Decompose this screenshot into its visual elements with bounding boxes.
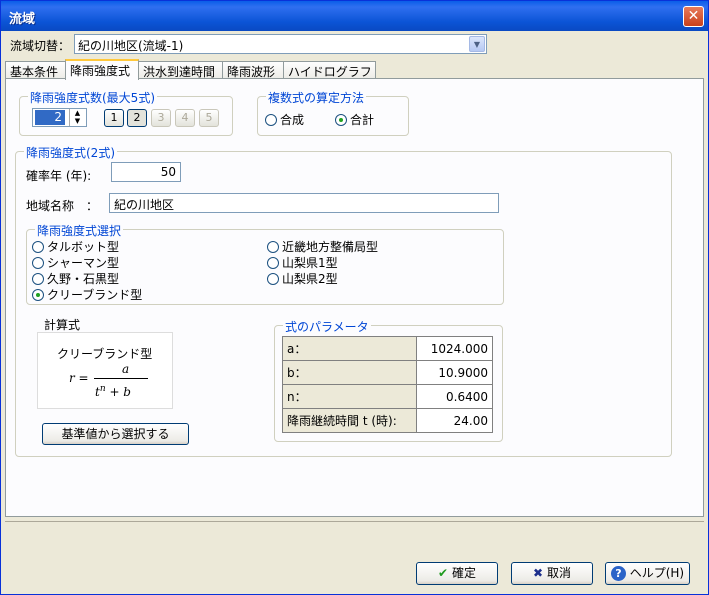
param-n-input[interactable]: 0.6400 <box>416 384 493 409</box>
radio-yamanashi-1-label: 山梨県1型 <box>282 256 338 270</box>
dialog-window: 流域 ✕ 流域切替： 紀の川地区(流域-1) ▼ 基本条件 降雨強度式 洪水到達… <box>0 0 709 595</box>
table-row: 降雨継続時間 t (時): 24.00 <box>282 408 493 433</box>
cancel-button[interactable]: ✖ 取消 <box>511 562 593 585</box>
params-table: a： 1024.000 b： 10.9000 n： 0.6400 降雨継続時間 t (… <box>282 336 493 433</box>
radio-yamanashi-2-label: 山梨県2型 <box>282 272 338 286</box>
param-key: b： <box>282 360 417 385</box>
radio-dot-icon[interactable] <box>335 113 347 126</box>
cross-icon: ✖ <box>533 566 544 580</box>
ok-button-label: 確定 <box>451 566 476 580</box>
return-period-input[interactable]: 50 <box>111 162 181 182</box>
calc-label: 計算式 <box>44 318 81 332</box>
region-name-label: 地域名称 ： <box>26 199 99 213</box>
tab-rainfall-intensity[interactable]: 降雨強度式 <box>65 59 139 80</box>
formula-numerator: a <box>122 362 130 376</box>
radio-sherman[interactable]: シャーマン型 <box>32 254 119 271</box>
tab-flood-arrival-time[interactable]: 洪水到達時間 <box>138 61 223 79</box>
radio-talbot-label: タルボット型 <box>47 240 120 254</box>
basin-select-value: 紀の川地区(流域-1) <box>78 39 184 53</box>
radio-sum-label: 合計 <box>350 113 375 127</box>
radio-dot-icon[interactable] <box>32 256 44 269</box>
params-group-legend: 式のパラメータ <box>283 318 371 335</box>
radio-dot-icon[interactable] <box>267 240 279 253</box>
cancel-button-label: 取消 <box>546 566 571 580</box>
radio-kinki[interactable]: 近畿地方整備局型 <box>267 238 378 255</box>
formula-display: クリーブランド型 r = a tn + b <box>37 332 173 409</box>
help-button-label: ヘルプ(H) <box>629 566 685 580</box>
formula-denominator: tn + b <box>95 384 131 399</box>
radio-combine-label: 合成 <box>280 113 305 127</box>
radio-dot-icon[interactable] <box>32 240 44 253</box>
table-row: a： 1024.000 <box>282 336 493 361</box>
count-button-4: 4 <box>175 109 195 127</box>
check-icon: ✔ <box>438 566 449 580</box>
param-key: a： <box>282 336 417 361</box>
radio-talbot[interactable]: タルボット型 <box>32 238 119 255</box>
radio-dot-icon[interactable] <box>267 272 279 285</box>
radio-dot-icon[interactable] <box>265 113 277 126</box>
formula-group-legend: 降雨強度式(2式) <box>24 144 117 161</box>
radio-sherman-label: シャーマン型 <box>47 256 120 270</box>
formula-lhs: r = <box>69 371 89 385</box>
basin-select[interactable]: 紀の川地区(流域-1) ▼ <box>74 34 487 54</box>
tab-hydrograph[interactable]: ハイドログラフ <box>283 61 376 79</box>
param-b-input[interactable]: 10.9000 <box>416 360 493 385</box>
chevron-down-icon[interactable]: ▼ <box>469 36 485 52</box>
count-spinner[interactable]: 2 ▲ ▼ <box>32 108 87 127</box>
radio-dot-icon[interactable] <box>267 256 279 269</box>
table-row: b： 10.9000 <box>282 360 493 385</box>
count-group-legend: 降雨強度式数(最大5式) <box>28 89 157 106</box>
radio-yamanashi-1[interactable]: 山梨県1型 <box>267 254 338 271</box>
formula-name: クリーブランド型 <box>57 347 153 361</box>
fraction-line <box>94 378 148 379</box>
region-name-input[interactable]: 紀の川地区 <box>109 193 499 213</box>
title-bar[interactable]: 流域 ✕ <box>1 1 708 31</box>
radio-combine[interactable]: 合成 <box>265 111 304 128</box>
status-bar <box>5 521 704 547</box>
count-button-3: 3 <box>151 109 171 127</box>
radio-kuno-ishiguro-label: 久野・石黒型 <box>47 272 120 286</box>
radio-cleveland-label: クリーブランド型 <box>47 288 143 302</box>
return-period-label: 確率年 (年): <box>26 169 92 183</box>
count-button-2[interactable]: 2 <box>127 109 147 127</box>
radio-sum[interactable]: 合計 <box>335 111 374 128</box>
radio-kuno-ishiguro[interactable]: 久野・石黒型 <box>32 270 119 287</box>
radio-dot-icon[interactable] <box>32 272 44 285</box>
selection-group-legend: 降雨強度式選択 <box>35 222 124 239</box>
radio-yamanashi-2[interactable]: 山梨県2型 <box>267 270 338 287</box>
param-duration-input[interactable]: 24.00 <box>416 408 493 433</box>
param-a-input[interactable]: 1024.000 <box>416 336 493 361</box>
param-key: n： <box>282 384 417 409</box>
window-title: 流域 <box>9 12 36 27</box>
radio-cleveland[interactable]: クリーブランド型 <box>32 286 142 303</box>
formula-denominator-rest: + b <box>105 385 131 399</box>
tab-basic-conditions[interactable]: 基本条件 <box>5 61 66 79</box>
count-button-1[interactable]: 1 <box>104 109 124 127</box>
basin-select-label: 流域切替： <box>10 39 71 53</box>
table-row: n： 0.6400 <box>282 384 493 409</box>
close-icon[interactable]: ✕ <box>683 6 704 27</box>
radio-dot-icon[interactable] <box>32 288 44 301</box>
param-key: 降雨継続時間 t (時): <box>282 408 417 433</box>
count-button-5: 5 <box>199 109 219 127</box>
count-spinner-value[interactable]: 2 <box>35 110 65 125</box>
help-button[interactable]: ? ヘルプ(H) <box>605 562 690 585</box>
ok-button[interactable]: ✔ 確定 <box>416 562 498 585</box>
method-group-legend: 複数式の算定方法 <box>266 89 367 106</box>
radio-kinki-label: 近畿地方整備局型 <box>282 240 379 254</box>
select-from-standard-button[interactable]: 基準値から選択する <box>42 423 189 445</box>
tab-rainfall-waveform[interactable]: 降雨波形 <box>222 61 284 79</box>
help-question-icon: ? <box>610 566 626 581</box>
spinner-arrows-icon[interactable]: ▲ ▼ <box>69 109 85 126</box>
